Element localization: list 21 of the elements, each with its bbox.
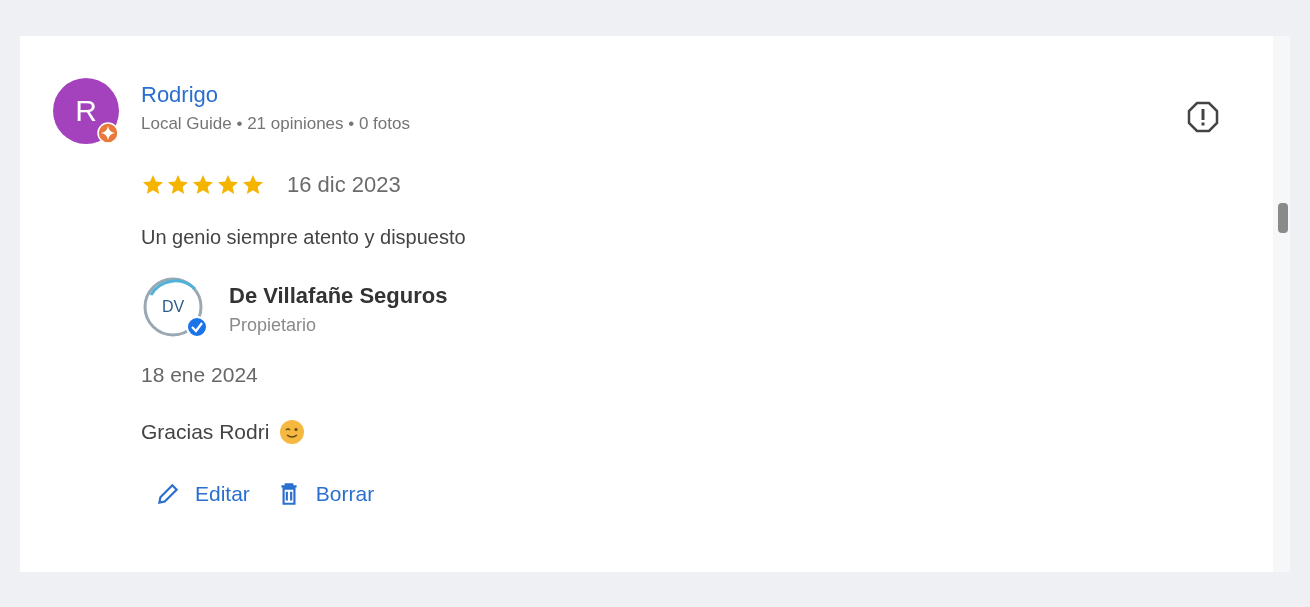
- scrollbar-thumb[interactable]: [1278, 203, 1288, 233]
- star-icon: [241, 173, 265, 197]
- avatar[interactable]: R: [53, 78, 119, 144]
- owner-name: De Villafañe Seguros: [229, 282, 448, 309]
- star-icon: [216, 173, 240, 197]
- owner-role: Propietario: [229, 314, 318, 336]
- winking-face-icon: [279, 419, 306, 445]
- star-icon: [166, 173, 190, 197]
- reviewer-meta: Local Guide • 21 opiniones • 0 fotos: [141, 114, 410, 134]
- reviewer-name[interactable]: Rodrigo: [141, 82, 410, 108]
- review-date: 16 dic 2023: [287, 172, 401, 198]
- local-guide-badge-icon: [97, 122, 119, 144]
- pencil-icon: [155, 481, 181, 507]
- reply-text: Gracias Rodri: [141, 420, 270, 444]
- review-text: Un genio siempre atento y dispuesto: [141, 226, 467, 249]
- edit-button[interactable]: Editar: [155, 481, 250, 507]
- star-icon: [141, 173, 165, 197]
- report-icon[interactable]: [1186, 100, 1220, 134]
- star-icon: [191, 173, 215, 197]
- delete-button[interactable]: Borrar: [275, 481, 375, 507]
- reply-date: 18 ene 2024: [141, 363, 259, 387]
